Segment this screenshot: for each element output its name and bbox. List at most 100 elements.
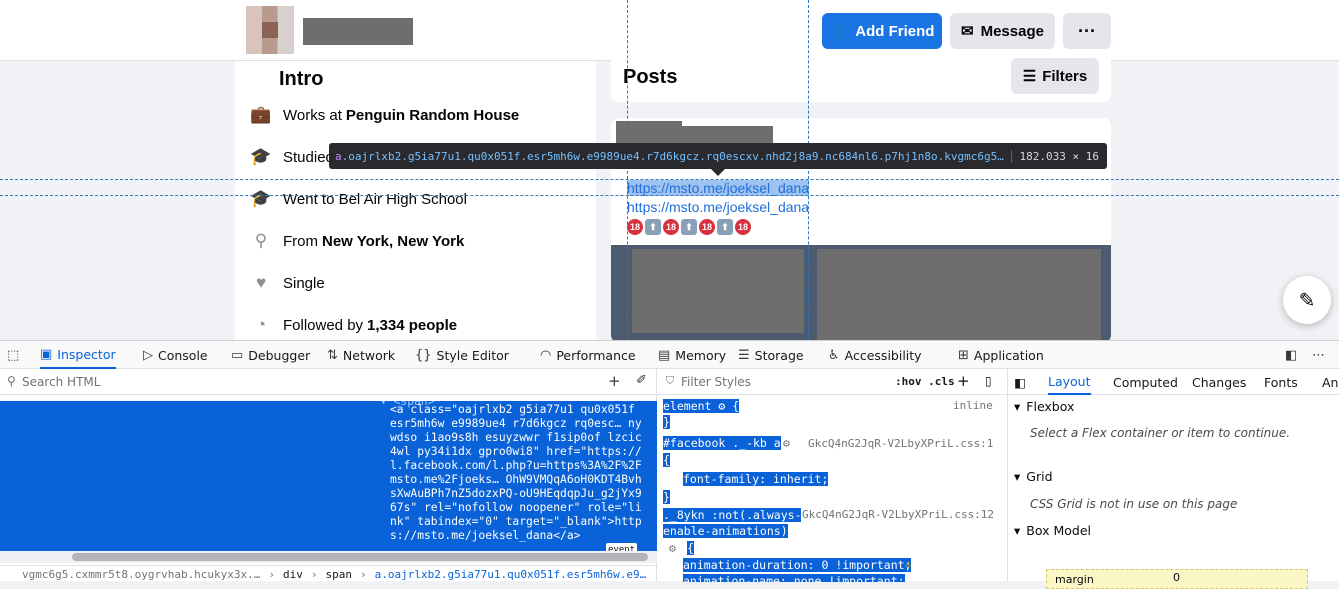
boxmodel-section-header[interactable]: ▾ Box Model <box>1014 523 1091 538</box>
print-simulation-icon[interactable]: ▯ <box>985 374 992 388</box>
up-arrow-icon: ⬆ <box>681 219 697 235</box>
post-link[interactable]: https://msto.me/joeksel_dana <box>627 199 809 215</box>
breadcrumb-separator: › <box>268 567 276 581</box>
rule-close-brace: } <box>663 415 670 429</box>
sliders-icon: ☰ <box>1022 68 1037 85</box>
search-html-input[interactable]: Search HTML <box>22 375 100 389</box>
breadcrumb-separator: › <box>310 567 318 581</box>
grid-message: CSS Grid is not in use on this page <box>1030 497 1238 511</box>
css-declaration[interactable]: animation-duration: 0 !important; <box>683 558 912 572</box>
breadcrumb-item[interactable]: div <box>283 568 303 581</box>
highlighter-guide <box>627 0 628 340</box>
tab-debugger[interactable]: ▭ Debugger <box>231 341 310 369</box>
devtools-panel: ⬚ ▣ Inspector ▷ Console ▭ Debugger ⇅ Network… <box>0 340 1339 589</box>
css-declaration[interactable]: font-family: inherit; <box>683 472 829 486</box>
storage-icon: ☰ <box>738 347 750 363</box>
posts-title: Posts <box>623 66 678 88</box>
anchor-node-markup[interactable]: <a class="oajrlxb2 g5ia77u1 qu0x051f esr… <box>390 403 648 543</box>
avatar[interactable] <box>246 6 294 54</box>
add-node-button[interactable]: + <box>608 372 621 390</box>
rules-list: element ⚙ { inline } #facebook ._-kb a ⚙… <box>657 395 1008 582</box>
filter-icon: ⛉ <box>666 374 675 387</box>
highlighter-guide <box>808 0 809 340</box>
margin-label: margin <box>1055 573 1094 586</box>
filters-button[interactable]: ☰ Filters <box>1011 58 1099 94</box>
gear-icon[interactable]: ⚙ <box>669 541 676 555</box>
tab-layout[interactable]: Layout <box>1048 369 1091 395</box>
tab-performance[interactable]: ◠ Performance <box>540 341 636 369</box>
breadcrumb-item[interactable]: vgmc6g5.cxmmr5t8.oygrvhab.hcukyx3x.… <box>22 568 260 581</box>
highlighter-guide <box>0 195 1339 196</box>
rule-open-brace: { <box>687 541 694 555</box>
devtools-menu-button[interactable]: ⋯ <box>1312 341 1325 369</box>
kebab-icon: ⋯ <box>1312 347 1325 363</box>
no-under-18-icon: 18 <box>735 219 751 235</box>
up-arrow-icon: ⬆ <box>717 219 733 235</box>
tab-storage[interactable]: ☰ Storage <box>738 341 804 369</box>
intro-row-followers: ◔ Followed by 1,334 people <box>251 313 457 337</box>
breadcrumb-item-current[interactable]: a.oajrlxb2.g5ia77u1.qu0x051f.esr5mh6w.e9… <box>375 568 647 581</box>
post-image[interactable] <box>611 245 1111 343</box>
new-message-button[interactable]: ✎ <box>1283 276 1331 324</box>
network-icon: ⇅ <box>327 347 338 363</box>
add-rule-button[interactable]: + <box>957 372 970 390</box>
sidebar-tabs: ◧ Layout Computed Changes Fonts Ani <box>1008 369 1339 395</box>
rule-source[interactable]: GkcQ4nG2JqR-V2LbyXPriL.css:1 <box>808 437 993 450</box>
post-link[interactable]: https://msto.me/joeksel_dana <box>627 180 810 196</box>
element-picker-button[interactable]: ⬚ <box>7 341 29 369</box>
graduation-cap-icon: 🎓 <box>250 147 272 166</box>
tab-fonts[interactable]: Fonts <box>1264 369 1298 395</box>
inspector-icon: ▣ <box>40 346 53 362</box>
tab-animations[interactable]: Ani <box>1322 369 1339 395</box>
gear-icon[interactable]: ⚙ <box>783 436 790 450</box>
message-button[interactable]: ✉ Message <box>950 13 1055 49</box>
location-pin-icon: ⚲ <box>254 231 268 250</box>
tab-application[interactable]: ⊞ Application <box>958 341 1044 369</box>
hov-cls-toggle[interactable]: :hov .cls <box>895 375 955 388</box>
no-under-18-icon: 18 <box>699 219 715 235</box>
tab-inspector[interactable]: ▣ Inspector <box>40 341 116 369</box>
horizontal-scrollbar[interactable] <box>0 551 657 563</box>
add-friend-button[interactable]: 👤 Add Friend <box>822 13 942 49</box>
rules-filter-bar: ⛉ Filter Styles :hov .cls + ▯ <box>657 369 1008 395</box>
toggle-sidebar-icon[interactable]: ◧ <box>1014 369 1026 395</box>
console-icon: ▷ <box>143 347 153 363</box>
expand-triangle-icon: ▾ <box>1014 469 1021 484</box>
graduation-cap-icon: 🎓 <box>250 189 272 208</box>
picker-icon: ⬚ <box>7 347 20 363</box>
rule-selector[interactable]: enable-animations) <box>663 524 788 538</box>
tab-changes[interactable]: Changes <box>1192 369 1246 395</box>
search-icon: ⚲ <box>7 374 16 388</box>
eyedropper-icon[interactable]: ✐ <box>636 373 647 388</box>
selected-node[interactable]: ▾ <span> <a class="oajrlxb2 g5ia77u1 qu0… <box>0 401 657 551</box>
compose-icon: ✎ <box>1298 289 1316 312</box>
tab-network[interactable]: ⇅ Network <box>327 341 395 369</box>
dock-button[interactable]: ◧ <box>1285 341 1297 369</box>
tab-memory[interactable]: ▤ Memory <box>658 341 726 369</box>
infobar-classes: .oajrlxb2.g5ia77u1.qu0x051f.esr5mh6w.e99… <box>341 149 1004 163</box>
messenger-icon: ✉ <box>961 23 974 40</box>
memory-chip-icon: ▤ <box>658 347 671 363</box>
flexbox-section-header[interactable]: ▾ Flexbox <box>1014 399 1074 414</box>
margin-value[interactable]: 0 <box>1173 571 1180 584</box>
image-redacted <box>817 249 1101 343</box>
breadcrumb-separator: › <box>360 567 367 581</box>
rule-selector[interactable]: ._8ykn :not(.always- <box>663 508 802 522</box>
breadcrumb-item[interactable]: span <box>326 568 353 581</box>
warning-icon: ⚠ <box>905 556 912 570</box>
grid-section-header[interactable]: ▾ Grid <box>1014 469 1053 484</box>
posts-header-card: Posts ☰ Filters <box>611 52 1111 102</box>
tab-computed[interactable]: Computed <box>1113 369 1178 395</box>
event-badge[interactable]: event <box>606 543 638 551</box>
scrollbar-thumb[interactable] <box>72 553 648 561</box>
more-options-button[interactable]: ··· <box>1063 13 1111 49</box>
emoji-row: 18 ⬆ 18 ⬆ 18 ⬆ 18 <box>627 219 751 235</box>
filter-styles-input[interactable]: Filter Styles <box>681 375 871 389</box>
tab-style-editor[interactable]: {} Style Editor <box>415 341 509 369</box>
rule-selector[interactable]: #facebook ._-kb a <box>663 436 781 450</box>
rule-selector[interactable]: element ⚙ { <box>663 399 740 413</box>
tab-accessibility[interactable]: ♿ Accessibility <box>828 341 922 369</box>
add-friend-icon: 👤 <box>829 23 849 40</box>
tab-console[interactable]: ▷ Console <box>143 341 208 369</box>
rule-source[interactable]: GkcQ4nG2JqR-V2LbyXPriL.css:12 <box>802 508 994 521</box>
